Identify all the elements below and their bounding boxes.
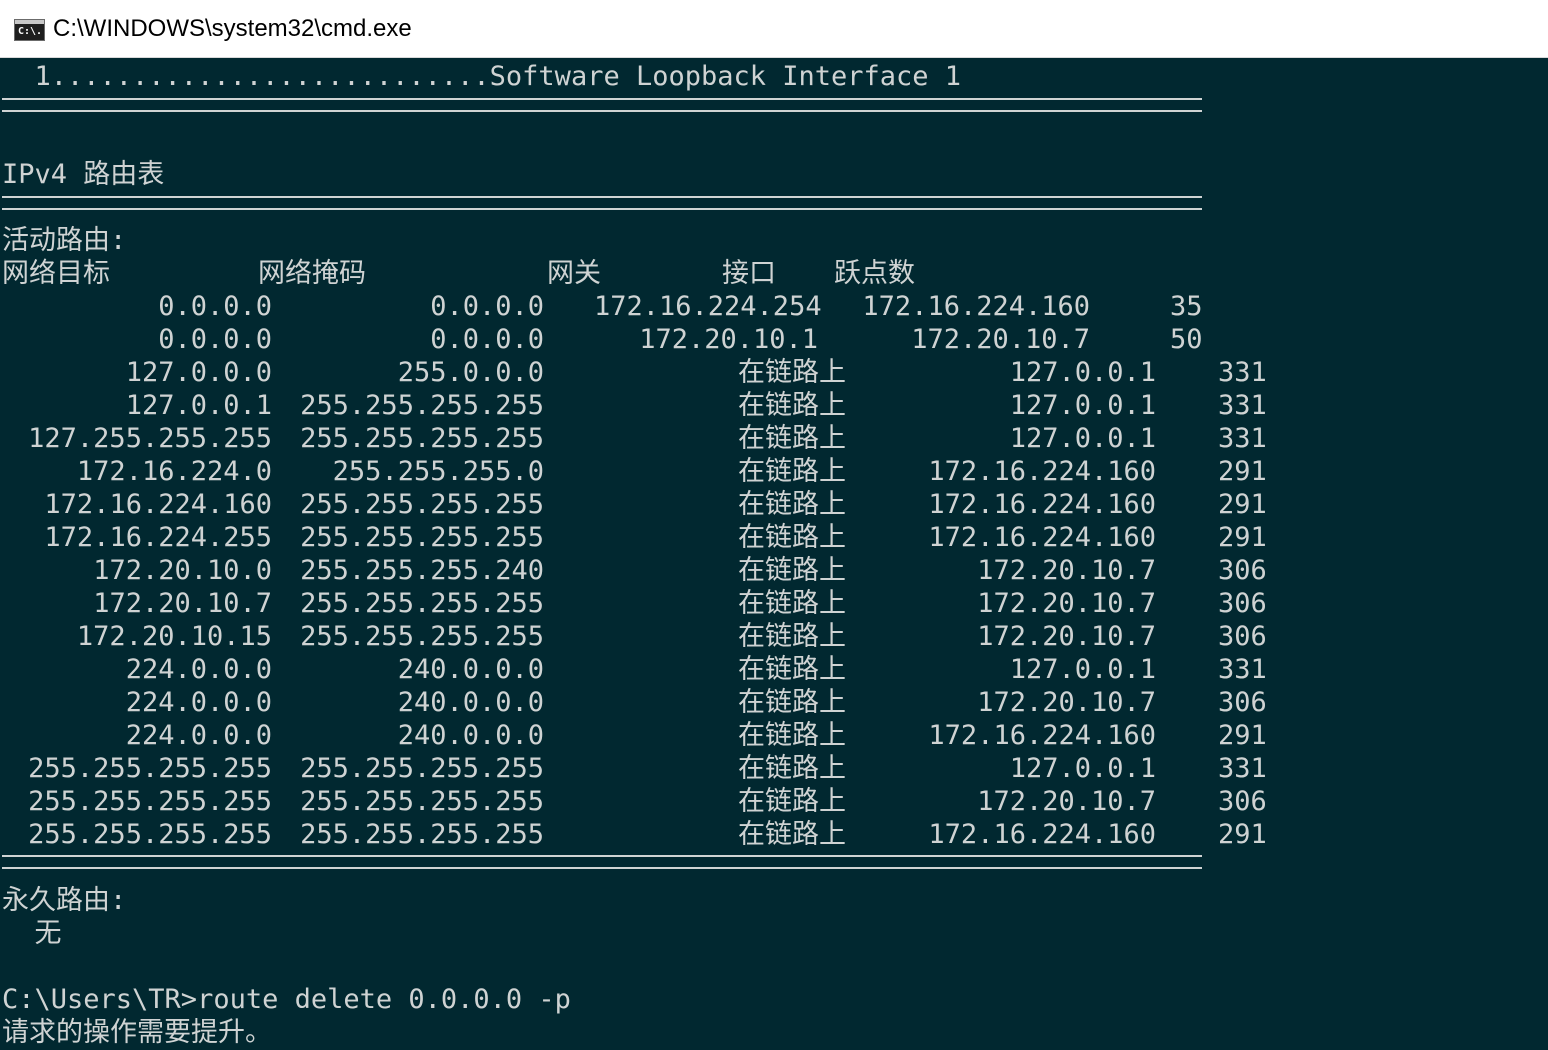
route-mask: 255.255.255.255: [300, 423, 544, 454]
route-metric: 291: [1218, 489, 1267, 520]
route-metric: 306: [1218, 687, 1267, 718]
route-metric: 291: [1218, 522, 1267, 553]
route-metric: 306: [1218, 621, 1267, 652]
route-metric: 331: [1218, 357, 1267, 388]
route-interface: 172.16.224.160: [928, 819, 1156, 850]
route-mask: 255.255.255.255: [300, 753, 544, 784]
separator: [2, 855, 1202, 869]
header-metric: 跃点数: [834, 258, 915, 289]
header-interface: 接口: [722, 258, 776, 289]
route-interface: 172.16.224.160: [862, 291, 1090, 322]
route-mask: 255.255.255.255: [300, 819, 544, 850]
route-interface: 172.20.10.7: [977, 687, 1156, 718]
route-mask: 0.0.0.0: [430, 324, 544, 355]
route-metric: 306: [1218, 588, 1267, 619]
route-interface: 127.0.0.1: [1009, 357, 1156, 388]
route-metric: 35: [1170, 291, 1203, 322]
header-mask: 网络掩码: [258, 258, 366, 289]
separator: [2, 98, 1202, 112]
route-mask: 255.255.255.240: [300, 555, 544, 586]
route-mask: 255.0.0.0: [397, 357, 544, 388]
route-mask: 255.255.255.0: [332, 456, 544, 487]
route-mask: 255.255.255.255: [300, 390, 544, 421]
window-title: C:\WINDOWS\system32\cmd.exe: [53, 15, 412, 42]
route-interface: 172.16.224.160: [928, 522, 1156, 553]
route-mask: 240.0.0.0: [397, 720, 544, 751]
cmd-icon-bar: [15, 20, 44, 24]
route-interface: 172.20.10.7: [977, 786, 1156, 817]
route-metric: 306: [1218, 786, 1267, 817]
separator: [2, 196, 1202, 210]
cmd-icon-glyph: C:\.: [18, 26, 43, 37]
route-interface: 172.16.224.160: [928, 720, 1156, 751]
route-mask: 255.255.255.255: [300, 786, 544, 817]
interface-line: 1...........................Software Loo…: [2, 61, 962, 92]
route-metric: 331: [1218, 390, 1267, 421]
route-interface: 172.20.10.7: [977, 555, 1156, 586]
route-interface: 172.16.224.160: [928, 489, 1156, 520]
route-metric: 291: [1218, 456, 1267, 487]
route-mask: 240.0.0.0: [397, 687, 544, 718]
error-message: 请求的操作需要提升。: [2, 1017, 272, 1048]
persistent-routes-label: 永久路由:: [2, 885, 127, 916]
route-mask: 255.255.255.255: [300, 489, 544, 520]
route-interface: 127.0.0.1: [1009, 423, 1156, 454]
route-metric: 291: [1218, 819, 1267, 850]
cmd-icon[interactable]: C:\.: [14, 19, 45, 41]
header-dest: 网络目标: [2, 258, 110, 289]
active-routes-label: 活动路由:: [2, 225, 127, 256]
persistent-routes-value: 无: [2, 918, 62, 949]
command-prompt-line[interactable]: C:\Users\TR>route delete 0.0.0.0 -p: [2, 983, 571, 1016]
route-interface: 127.0.0.1: [1009, 390, 1156, 421]
route-mask: 255.255.255.255: [300, 621, 544, 652]
route-metric: 331: [1218, 654, 1267, 685]
route-mask: 0.0.0.0: [430, 291, 544, 322]
route-interface: 172.16.224.160: [928, 456, 1156, 487]
route-metric: 50: [1170, 324, 1203, 355]
console-output[interactable]: 1...........................Software Loo…: [0, 59, 1548, 1050]
route-gateway: 172.16.224.254: [594, 291, 822, 322]
route-mask: 255.255.255.255: [300, 588, 544, 619]
route-metric: 306: [1218, 555, 1267, 586]
route-interface: 172.20.10.7: [977, 588, 1156, 619]
route-gateway: 172.20.10.1: [639, 324, 818, 355]
route-interface: 127.0.0.1: [1009, 654, 1156, 685]
route-metric: 291: [1218, 720, 1267, 751]
route-interface: 172.20.10.7: [977, 621, 1156, 652]
route-interface: 127.0.0.1: [1009, 753, 1156, 784]
cmd-window: C:\. C:\WINDOWS\system32\cmd.exe 1......…: [0, 0, 1548, 1050]
route-metric: 331: [1218, 753, 1267, 784]
route-mask: 240.0.0.0: [397, 654, 544, 685]
route-mask: 255.255.255.255: [300, 522, 544, 553]
route-metric: 331: [1218, 423, 1267, 454]
table-title: IPv4 路由表: [2, 159, 165, 190]
header-gateway: 网关: [547, 258, 601, 289]
route-interface: 172.20.10.7: [911, 324, 1090, 355]
title-bar[interactable]: C:\. C:\WINDOWS\system32\cmd.exe: [0, 0, 1548, 58]
